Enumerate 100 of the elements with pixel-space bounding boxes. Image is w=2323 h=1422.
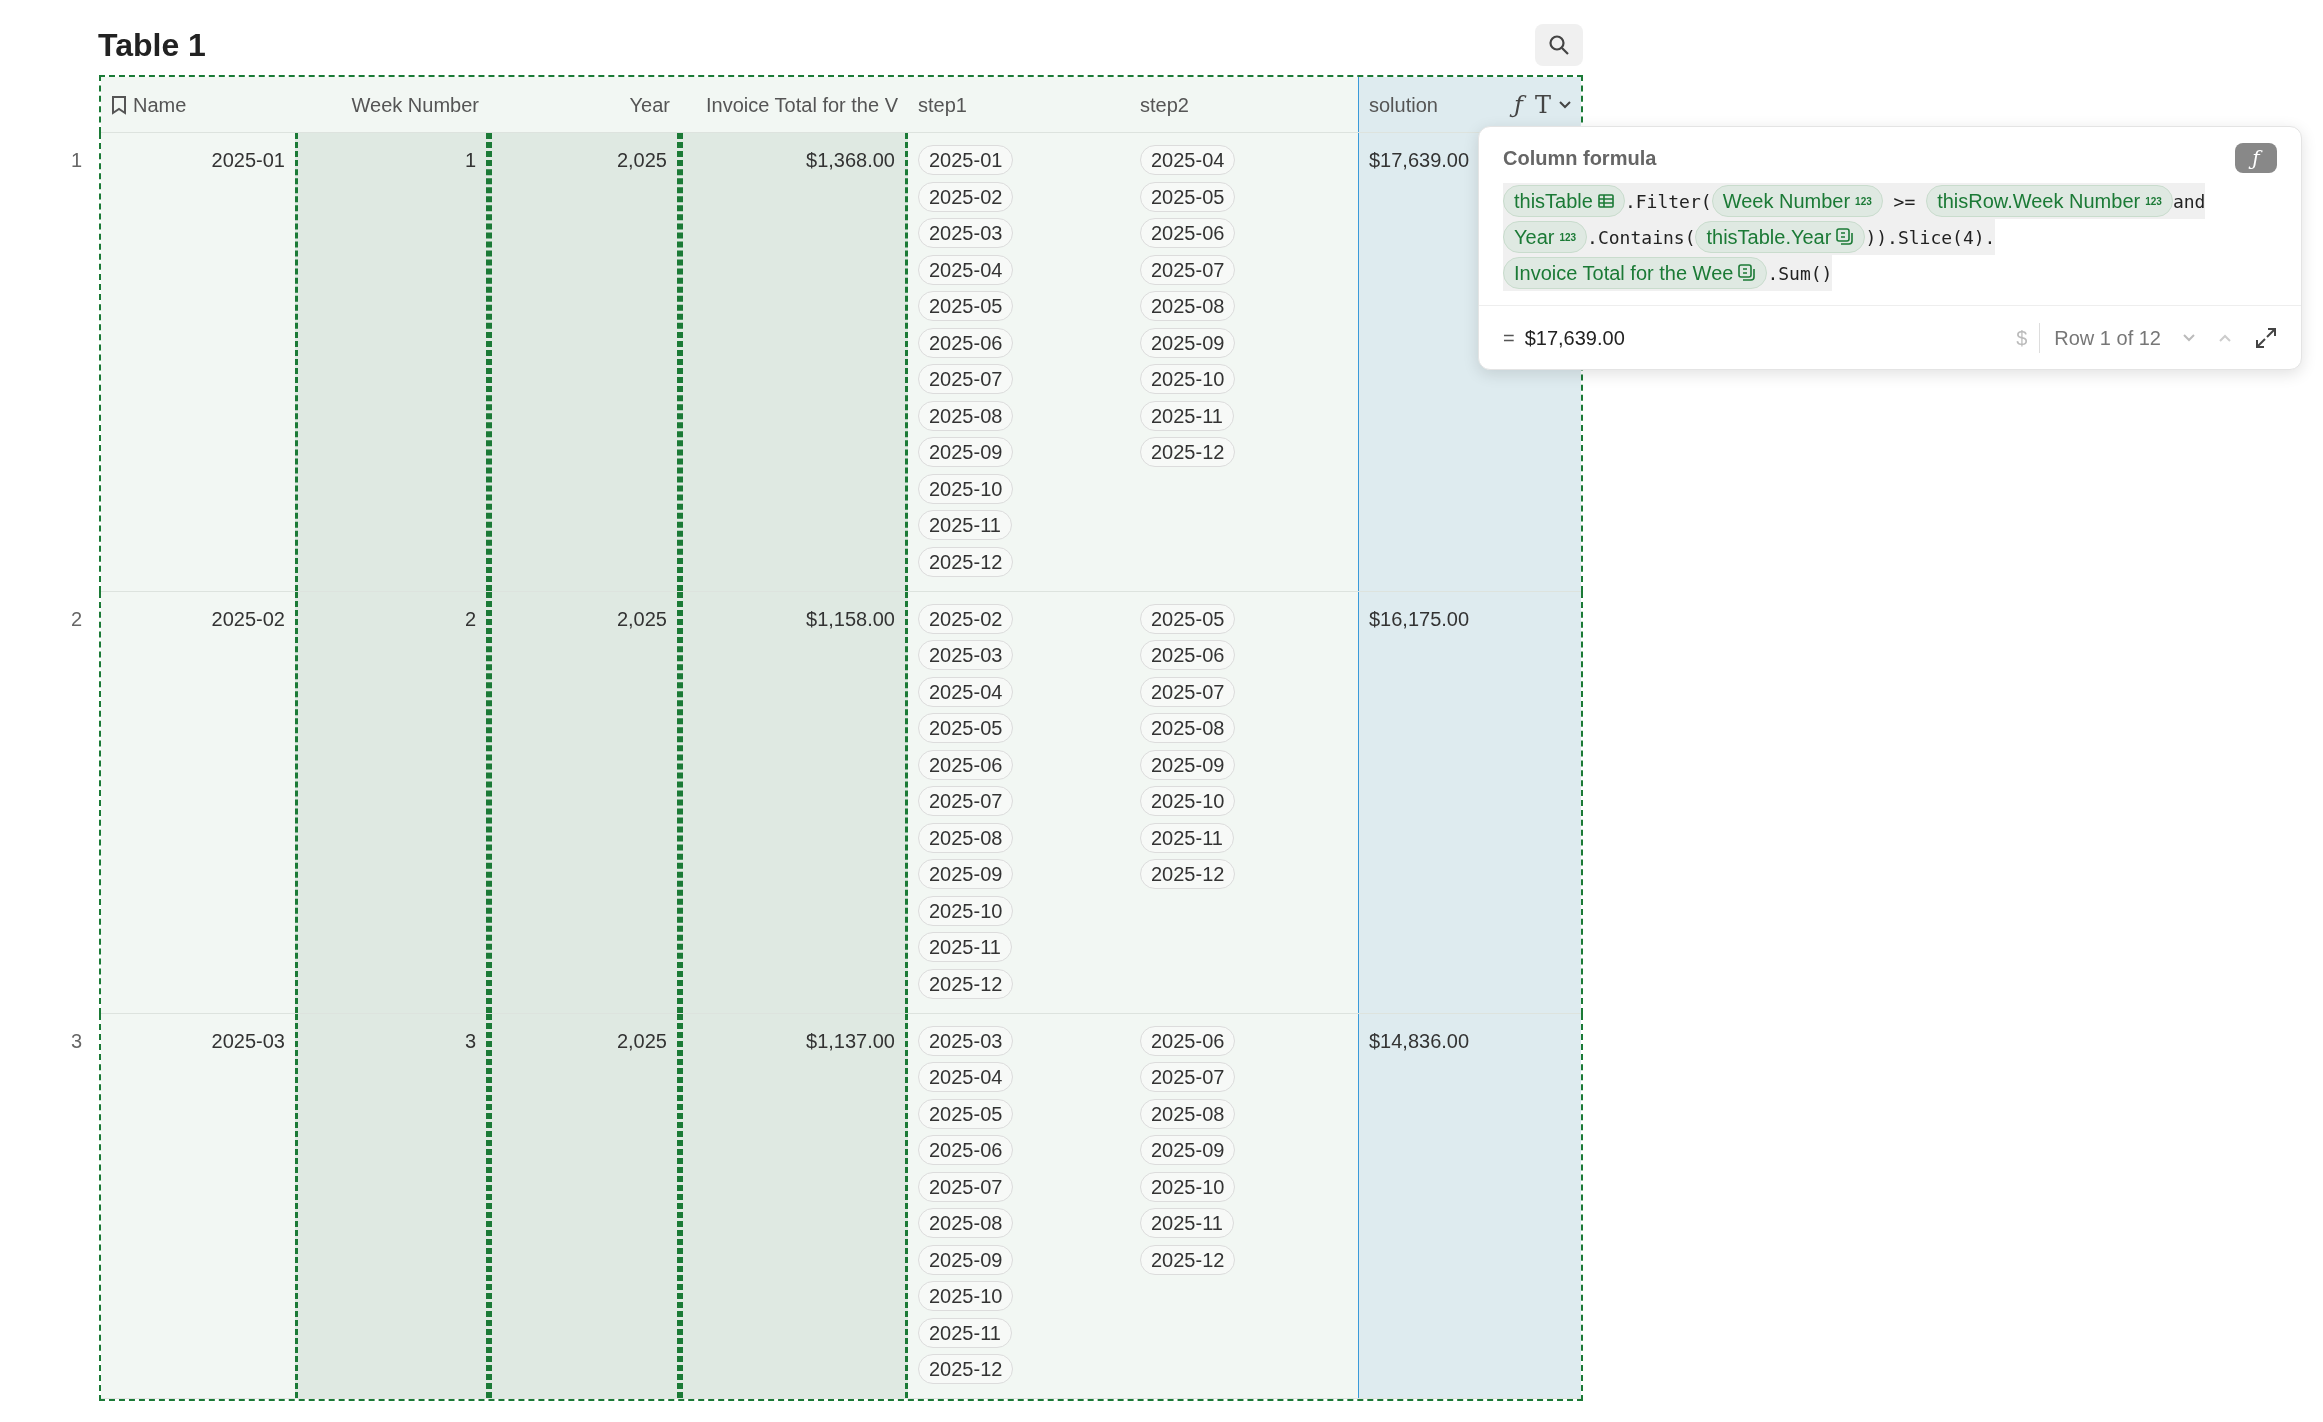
- row-indicator: Row 1 of 12: [2054, 325, 2161, 351]
- formula-code: .Contains(: [1587, 225, 1696, 250]
- table-title: Table 1: [98, 25, 206, 65]
- tag: 2025-12: [918, 1354, 1014, 1384]
- tag: 2025-03: [918, 640, 1014, 670]
- tag: 2025-02: [918, 181, 1014, 212]
- row-number: 3: [70, 1029, 82, 1052]
- formula-code: and: [2172, 189, 2206, 214]
- table-cell: $1,368.00: [806, 149, 895, 171]
- tag: 2025-08: [1140, 1098, 1236, 1129]
- bookmark-icon: [111, 94, 127, 115]
- tag: 2025-12: [1140, 437, 1236, 467]
- table-cell: 2,025: [616, 607, 667, 630]
- table-cell: $1,137.00: [806, 1029, 895, 1052]
- formula-reference[interactable]: thisTable: [1503, 185, 1625, 217]
- table-cell: 3: [464, 1029, 476, 1052]
- tag: 2025-09: [918, 859, 1014, 889]
- tag: 2025-04: [918, 1062, 1014, 1092]
- formula-code: >=: [1892, 189, 1917, 214]
- tag: 2025-08: [1140, 291, 1236, 321]
- tag: 2025-07: [918, 786, 1014, 816]
- table-cell: $1,158.00: [806, 607, 895, 630]
- tag: 2025-11: [1140, 822, 1234, 853]
- text-type-icon[interactable]: T: [1533, 89, 1553, 120]
- tag: 2025-09: [918, 1244, 1014, 1275]
- tag: 2025-05: [918, 713, 1014, 743]
- tag: 2025-10: [918, 895, 1014, 926]
- column-header[interactable]: step1: [908, 77, 1130, 132]
- column-label: Name: [133, 92, 187, 118]
- column-header[interactable]: step2: [1130, 77, 1358, 132]
- tag: 2025-04: [1140, 145, 1236, 175]
- tag: 2025-11: [918, 932, 1012, 962]
- tag: 2025-09: [1140, 327, 1236, 358]
- tag: 2025-04: [918, 254, 1014, 285]
- lookup-icon: [1738, 264, 1757, 282]
- tag: 2025-11: [1140, 400, 1234, 431]
- tag: 2025-06: [918, 749, 1014, 780]
- equals-sign: =: [1503, 325, 1515, 351]
- number-type-icon: 123: [1559, 229, 1577, 245]
- table-cell: 2,025: [616, 1029, 667, 1052]
- tag: 2025-11: [918, 510, 1012, 540]
- lookup-icon: [1836, 228, 1855, 246]
- tag: 2025-11: [918, 1317, 1012, 1348]
- tag: 2025-05: [1140, 181, 1236, 212]
- column-header[interactable]: Year: [489, 77, 680, 132]
- tag: 2025-05: [1140, 603, 1236, 634]
- formula-button[interactable]: ƒ: [2235, 143, 2277, 173]
- tag: 2025-06: [1140, 1025, 1236, 1056]
- tag: 2025-05: [918, 291, 1014, 321]
- column-header[interactable]: Name: [101, 77, 295, 132]
- tag: 2025-09: [918, 437, 1014, 467]
- tag: 2025-09: [1140, 749, 1236, 780]
- column-header[interactable]: Week Number: [295, 77, 489, 132]
- column-label: solution: [1369, 92, 1438, 118]
- formula-code: .Sum(): [1767, 261, 1833, 286]
- tag: 2025-07: [918, 364, 1014, 394]
- tag: 2025-09: [1140, 1135, 1236, 1165]
- tag: 2025-10: [918, 473, 1014, 504]
- row-number: 1: [70, 149, 82, 171]
- formula-reference[interactable]: Year 123: [1503, 221, 1588, 253]
- tag: 2025-12: [1140, 1244, 1236, 1275]
- search-icon: [1547, 32, 1571, 57]
- tag: 2025-08: [918, 1208, 1014, 1238]
- table-cell: 2,025: [616, 149, 667, 171]
- tag: 2025-10: [1140, 1171, 1236, 1202]
- table-cell: 2025-02: [211, 607, 285, 630]
- tag: 2025-06: [918, 327, 1014, 358]
- tag: 2025-07: [1140, 1062, 1236, 1092]
- row-number: 2: [70, 607, 82, 630]
- tag: 2025-04: [918, 676, 1014, 707]
- tag: 2025-12: [918, 546, 1014, 577]
- tag: 2025-02: [918, 603, 1014, 634]
- tag: 2025-10: [918, 1281, 1014, 1311]
- formula-code: )).Slice(4).: [1865, 225, 1996, 250]
- column-header[interactable]: Invoice Total for the V: [680, 77, 908, 132]
- formula-reference[interactable]: Week Number 123: [1711, 185, 1883, 217]
- formula-reference[interactable]: Invoice Total for the Wee: [1503, 257, 1768, 289]
- tag: 2025-05: [918, 1098, 1014, 1129]
- tag: 2025-08: [918, 822, 1014, 853]
- tag: 2025-03: [918, 1025, 1014, 1056]
- formula-value: $17,639.00: [1369, 149, 1470, 171]
- formula-code: .Filter(: [1624, 189, 1712, 214]
- tag: 2025-12: [1140, 859, 1236, 889]
- formula-reference[interactable]: thisRow.Week Number 123: [1926, 185, 2173, 217]
- tag: 2025-06: [1140, 640, 1236, 670]
- tag: 2025-10: [1140, 364, 1236, 394]
- formula-value: $16,175.00: [1369, 607, 1470, 630]
- tag: 2025-07: [1140, 676, 1236, 707]
- tag: 2025-08: [918, 400, 1014, 431]
- table-cell: 2: [464, 607, 476, 630]
- tag: 2025-08: [1140, 713, 1236, 743]
- tag: 2025-01: [918, 145, 1014, 175]
- popup-title: Column formula: [1503, 146, 1657, 171]
- table-cell: 2025-01: [211, 149, 285, 171]
- search-button[interactable]: [1535, 23, 1583, 66]
- column-header[interactable]: solution ƒ T: [1358, 77, 1581, 132]
- expand-icon[interactable]: [2255, 326, 2277, 349]
- caret-icon[interactable]: [1559, 100, 1571, 109]
- number-type-icon: 123: [1855, 193, 1872, 209]
- formula-reference[interactable]: thisTable.Year: [1695, 221, 1866, 253]
